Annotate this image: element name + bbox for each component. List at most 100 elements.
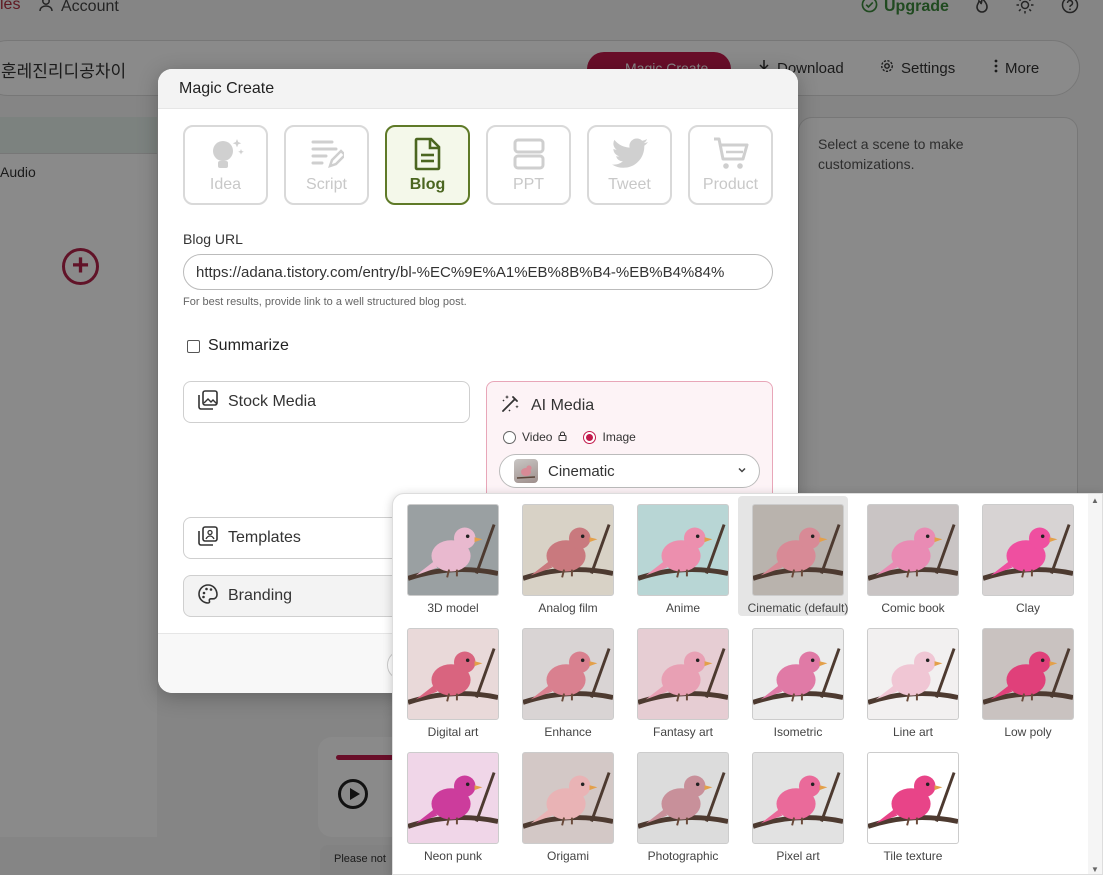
script-icon — [310, 137, 344, 171]
scroll-down-icon[interactable]: ▼ — [1091, 865, 1099, 874]
style-select[interactable]: Cinematic — [499, 454, 760, 488]
style-preview-image — [752, 628, 844, 720]
style-option-label: Cinematic (default) — [747, 601, 849, 615]
style-option-label: Low poly — [1004, 725, 1052, 739]
image-radio[interactable]: Image — [583, 430, 636, 444]
style-preview-image — [522, 752, 614, 844]
style-preview-image — [867, 504, 959, 596]
style-option-label: Photographic — [647, 849, 719, 863]
slides-icon — [513, 137, 545, 171]
style-option[interactable]: Photographic — [623, 744, 733, 864]
type-label: Idea — [209, 176, 242, 193]
content-type-selector: Idea Script Blog PPT Tweet Product — [183, 125, 773, 205]
style-option[interactable]: Analog film — [508, 496, 618, 616]
image-radio-label: Image — [602, 430, 636, 444]
ai-media-header: AI Media — [501, 393, 594, 418]
style-option-label: Anime — [665, 601, 700, 615]
style-option-label: 3D model — [427, 601, 479, 615]
style-preview-image — [982, 628, 1074, 720]
ai-media-option[interactable]: AI Media Video Image Cinematic — [486, 381, 773, 501]
type-label: Tweet — [608, 176, 651, 193]
dropdown-scrollbar[interactable]: ▲ ▼ — [1088, 494, 1102, 874]
style-option[interactable]: Fantasy art — [623, 620, 733, 740]
style-option[interactable]: Pixel art — [738, 744, 848, 864]
video-radio[interactable]: Video — [503, 430, 567, 444]
style-option[interactable]: Line art — [853, 620, 963, 740]
palette-icon — [198, 583, 218, 609]
twitter-icon — [611, 137, 649, 171]
style-option[interactable]: Tile texture — [853, 744, 963, 864]
blog-url-helper: For best results, provide link to a well… — [183, 296, 467, 308]
templates-option[interactable]: Templates — [183, 517, 413, 559]
type-ppt-button[interactable]: PPT — [486, 125, 571, 205]
style-option[interactable]: Origami — [508, 744, 618, 864]
type-label: PPT — [512, 176, 545, 193]
style-preview-image — [522, 628, 614, 720]
blog-url-input[interactable] — [183, 254, 773, 290]
type-product-button[interactable]: Product — [688, 125, 773, 205]
style-option-label: Digital art — [427, 725, 479, 739]
style-option[interactable]: Clay — [968, 496, 1078, 616]
style-preview-image — [637, 504, 729, 596]
type-tweet-button[interactable]: Tweet — [587, 125, 672, 205]
templates-label: Templates — [228, 529, 301, 546]
style-option[interactable]: 3D model — [393, 496, 503, 616]
style-option-label: Analog film — [538, 601, 598, 615]
type-idea-button[interactable]: Idea — [183, 125, 268, 205]
style-option-label: Origami — [546, 849, 589, 863]
style-preview-image — [867, 628, 959, 720]
style-option[interactable]: Cinematic (default) — [738, 496, 848, 616]
style-option-label: Neon punk — [423, 849, 483, 863]
summarize-checkbox[interactable]: Summarize — [187, 337, 289, 355]
style-preview-image — [752, 504, 844, 596]
style-picker-dropdown: ▲ ▼ 3D model Analog film Anime Cinematic (d… — [392, 493, 1103, 875]
branding-label: Branding — [228, 587, 293, 604]
video-radio-label: Video — [522, 430, 553, 444]
style-option[interactable]: Enhance — [508, 620, 618, 740]
style-option[interactable]: Anime — [623, 496, 733, 616]
style-preview-image — [637, 628, 729, 720]
style-preview-image — [407, 628, 499, 720]
cart-icon — [713, 137, 749, 171]
style-option[interactable]: Neon punk — [393, 744, 503, 864]
style-option[interactable]: Digital art — [393, 620, 503, 740]
lock-icon — [558, 430, 567, 444]
style-select-value: Cinematic — [548, 462, 615, 480]
media-type-radio-group: Video Image — [503, 430, 636, 444]
style-thumbnail — [514, 459, 538, 483]
radio-circle[interactable] — [503, 430, 516, 444]
style-option-label: Fantasy art — [652, 725, 714, 739]
lightbulb-icon — [206, 137, 246, 171]
style-option-label: Comic book — [881, 601, 945, 615]
style-option[interactable]: Low poly — [968, 620, 1078, 740]
stock-media-label: Stock Media — [228, 393, 317, 410]
checkbox-box[interactable] — [187, 339, 200, 353]
style-option[interactable]: Comic book — [853, 496, 963, 616]
style-preview-image — [637, 752, 729, 844]
stock-media-option[interactable]: Stock Media — [183, 381, 470, 423]
type-script-button[interactable]: Script — [284, 125, 369, 205]
type-blog-button[interactable]: Blog — [385, 125, 470, 205]
branding-option[interactable]: Branding — [183, 575, 413, 617]
style-option[interactable]: Isometric — [738, 620, 848, 740]
ai-media-label: AI Media — [531, 396, 595, 414]
style-option-label: Enhance — [544, 725, 592, 739]
style-preview-image — [522, 504, 614, 596]
radio-circle[interactable] — [583, 430, 597, 444]
style-preview-image — [407, 504, 499, 596]
style-preview-image — [867, 752, 959, 844]
blog-url-label: Blog URL — [183, 231, 243, 247]
style-option-label: Line art — [892, 725, 934, 739]
style-preview-image — [407, 752, 499, 844]
document-icon — [414, 137, 442, 171]
template-icon — [198, 525, 218, 551]
summarize-label: Summarize — [208, 337, 289, 354]
scroll-up-icon[interactable]: ▲ — [1091, 496, 1099, 505]
style-option-label: Isometric — [773, 725, 823, 739]
style-preview-image — [982, 504, 1074, 596]
style-option-label: Clay — [1015, 601, 1040, 615]
image-stack-icon — [198, 389, 218, 415]
style-preview-image — [752, 752, 844, 844]
type-label: Product — [702, 176, 759, 193]
style-option-label: Pixel art — [776, 849, 820, 863]
